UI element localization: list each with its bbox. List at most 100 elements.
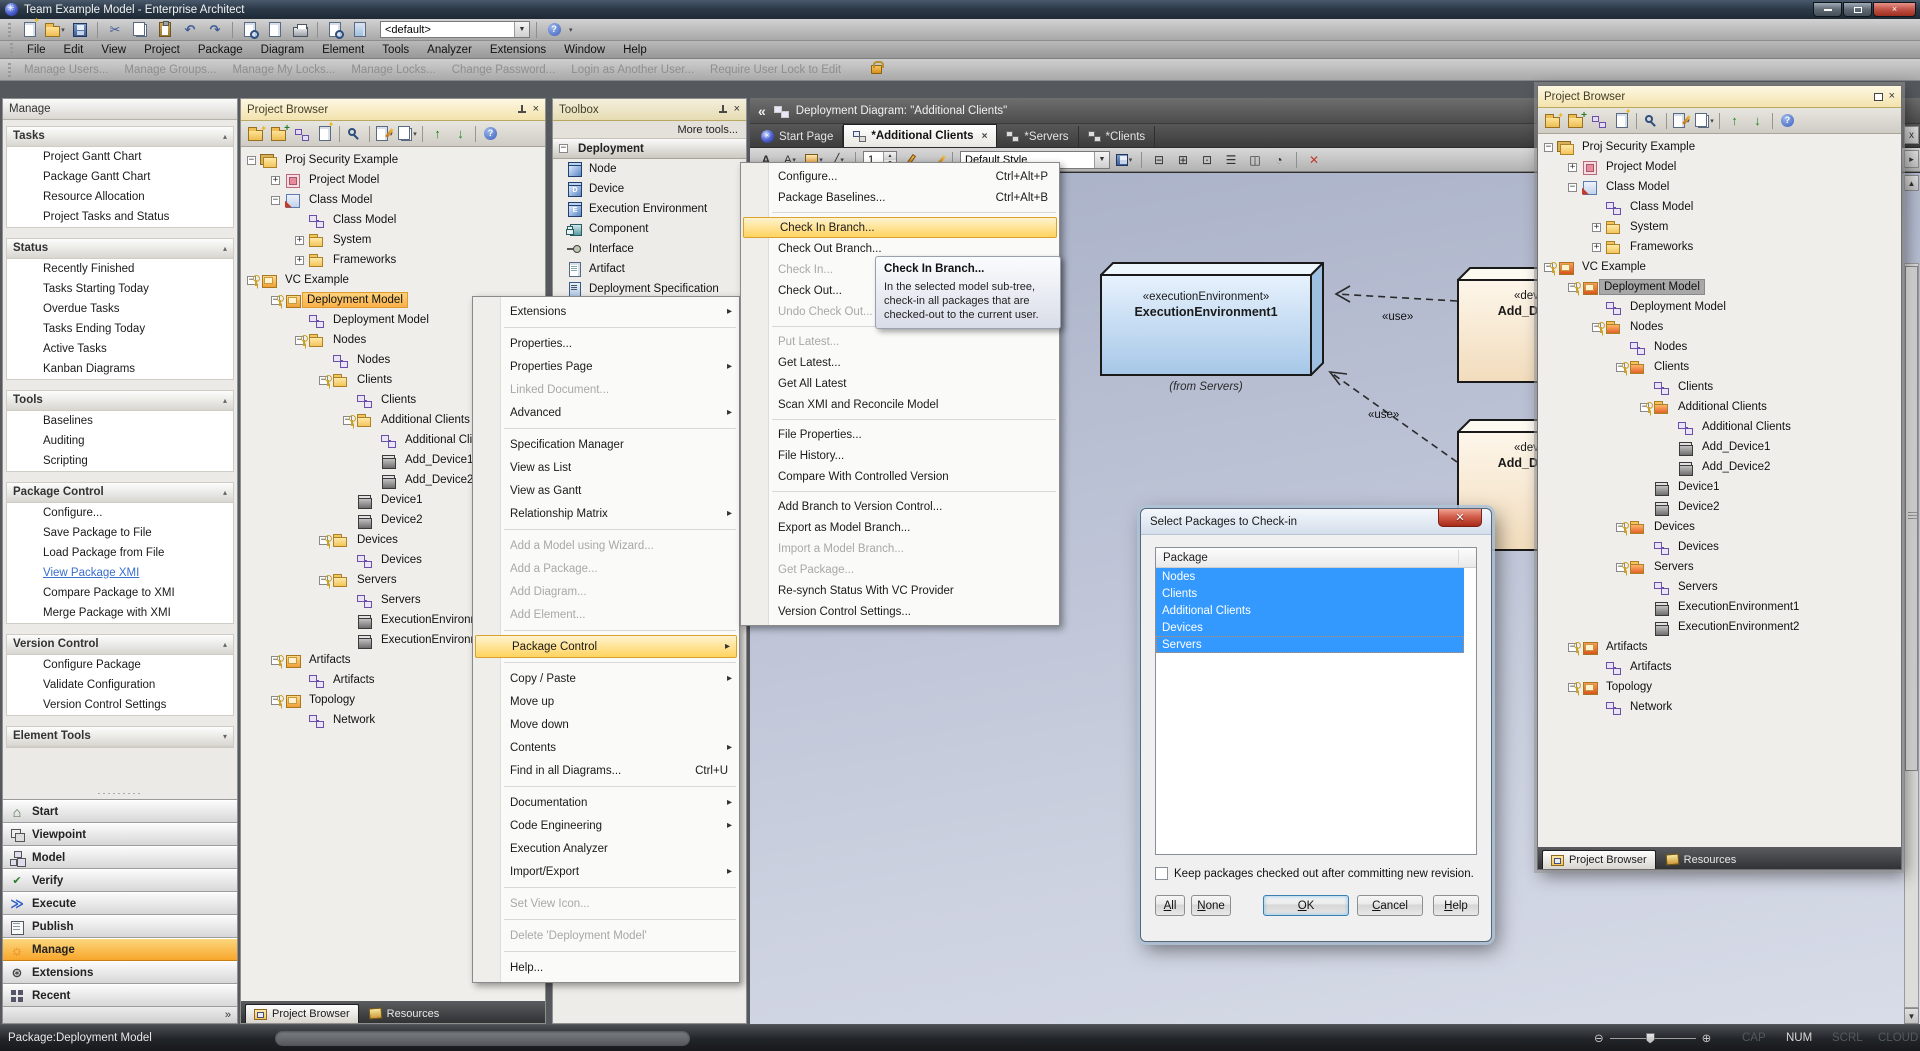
tree-item-executionenvironment1[interactable]: ExecutionEnvironment1 (1538, 597, 1901, 617)
collapse-arrow-icon[interactable]: ▴ (223, 244, 227, 253)
scroll-up-icon[interactable]: ▲ (1904, 175, 1919, 191)
print-icon[interactable] (289, 20, 311, 39)
spin-up-icon[interactable]: ▲ (883, 152, 896, 160)
tree-item-class-model[interactable]: Class Model (241, 210, 545, 230)
menu-item-relationship-matrix[interactable]: Relationship Matrix▸ (474, 502, 738, 525)
tree-item-system[interactable]: +System (1538, 217, 1901, 237)
close-diagram-icon[interactable]: x (1904, 126, 1919, 144)
tree-item-servers[interactable]: −Servers (1538, 557, 1901, 577)
menu-item-move-down[interactable]: Move down (474, 713, 738, 736)
manage-item-view-package-xmi[interactable]: View Package XMI (7, 563, 233, 583)
collapse-icon[interactable]: − (247, 156, 256, 165)
search-model-icon[interactable] (239, 20, 261, 39)
tree-item-system[interactable]: +System (241, 230, 545, 250)
expand-icon[interactable]: + (1592, 223, 1601, 232)
manage-item-baselines[interactable]: Baselines (7, 411, 233, 431)
manage-item-project-tasks-and-status[interactable]: Project Tasks and Status (7, 207, 233, 227)
help-button[interactable]: Help (1433, 895, 1479, 916)
cancel-button[interactable]: Cancel (1357, 895, 1423, 916)
close-icon[interactable]: × (1889, 91, 1895, 102)
new-model-icon[interactable] (1542, 111, 1563, 131)
close-tab-icon[interactable]: × (982, 131, 988, 142)
nav-overflow[interactable]: » (3, 1007, 237, 1023)
open-project-icon[interactable]: ▾ (44, 20, 66, 39)
splitter-handle[interactable]: ········· (3, 788, 237, 799)
diagram-vscrollbar[interactable] (1904, 263, 1919, 1008)
chevron-down-icon[interactable]: ▼ (1094, 152, 1109, 168)
ok-button[interactable]: OK (1263, 895, 1349, 916)
close-button[interactable]: × (1873, 2, 1916, 17)
edit-notes-icon[interactable]: ▾ (374, 124, 395, 144)
menu-view[interactable]: View (92, 41, 135, 58)
menu-edit[interactable]: Edit (55, 41, 93, 58)
section-header-version-control[interactable]: Version Control▴ (7, 635, 233, 655)
menu-item-check-in-branch[interactable]: Check In Branch... (743, 217, 1057, 238)
default-style-combo[interactable]: <default> ▼ (380, 21, 530, 38)
expand-icon[interactable]: + (295, 256, 304, 265)
tree-item-frameworks[interactable]: +Frameworks (1538, 237, 1901, 257)
toolbar-grip[interactable] (8, 63, 11, 77)
menu-item-move-up[interactable]: Move up (474, 690, 738, 713)
tree-item-clients[interactable]: Clients (1538, 377, 1901, 397)
tab-scroll-right-icon[interactable]: ▸ (1904, 150, 1919, 168)
help-icon[interactable] (543, 20, 565, 39)
section-header-tools[interactable]: Tools▴ (7, 391, 233, 411)
collapse-icon[interactable]: − (271, 196, 280, 205)
expand-icon[interactable]: + (271, 176, 280, 185)
package-row-additional-clients[interactable]: Additional Clients (1156, 602, 1464, 619)
menu-package[interactable]: Package (189, 41, 252, 58)
edit-notes-icon[interactable]: ▾ (1671, 111, 1692, 131)
tree-item-class-model[interactable]: −Class Model (1538, 177, 1901, 197)
new-package-icon[interactable] (268, 124, 289, 144)
menu-item-find-in-all-diagrams[interactable]: Find in all Diagrams...Ctrl+U (474, 759, 738, 782)
tree-item-project-model[interactable]: +Project Model (1538, 157, 1901, 177)
package-row-clients[interactable]: Clients (1156, 585, 1464, 602)
menu-item-view-as-gantt[interactable]: View as Gantt (474, 479, 738, 502)
undo-icon[interactable]: ↶ (179, 20, 201, 39)
manage-item-version-control-settings[interactable]: Version Control Settings (7, 695, 233, 715)
collapse-icon[interactable]: − (1544, 143, 1553, 152)
menu-item-extensions[interactable]: Extensions▸ (474, 300, 738, 323)
zoom-slider[interactable] (1610, 1038, 1696, 1039)
manage-item-active-tasks[interactable]: Active Tasks (7, 339, 233, 359)
manage-item-recently-finished[interactable]: Recently Finished (7, 259, 233, 279)
pin-icon[interactable] (518, 104, 527, 115)
tree-item-class-model[interactable]: −Class Model (241, 190, 545, 210)
help-icon[interactable] (1777, 111, 1798, 131)
menu-item-re-synch-status-with-vc-provider[interactable]: Re-synch Status With VC Provider (742, 580, 1058, 601)
tree-item-topology[interactable]: −Topology (1538, 677, 1901, 697)
section-header-element-tools[interactable]: Element Tools▾ (7, 727, 233, 747)
new-package-icon[interactable] (1565, 111, 1586, 131)
menu-item-package-baselines[interactable]: Package Baselines...Ctrl+Alt+B (742, 187, 1058, 208)
tree-item-device2[interactable]: Device2 (1538, 497, 1901, 517)
toolbox-item-component[interactable]: Component (553, 219, 746, 239)
move-down-icon[interactable]: ↓ (450, 124, 471, 144)
menu-analyzer[interactable]: Analyzer (418, 41, 481, 58)
toolbox-item-device[interactable]: Device (553, 179, 746, 199)
manage-item-kanban-diagrams[interactable]: Kanban Diagrams (7, 359, 233, 379)
tree-item-proj-security-example[interactable]: −Proj Security Example (241, 150, 545, 170)
chevron-down-icon[interactable]: ▼ (514, 22, 529, 37)
copy-icon[interactable] (129, 20, 151, 39)
save-icon[interactable] (69, 20, 91, 39)
manage-item-project-gantt-chart[interactable]: Project Gantt Chart (7, 147, 233, 167)
toolbox-item-interface[interactable]: Interface (553, 239, 746, 259)
expand-icon[interactable]: + (1592, 243, 1601, 252)
package-row-nodes[interactable]: Nodes (1156, 568, 1464, 585)
toolbar-overflow-icon[interactable]: ▾ (569, 26, 573, 34)
manage-item-overdue-tasks[interactable]: Overdue Tasks (7, 299, 233, 319)
visibility-icon[interactable]: ◔ (1269, 150, 1289, 170)
copy-icon[interactable]: ▾ (1694, 111, 1715, 131)
tree-item-project-model[interactable]: +Project Model (241, 170, 545, 190)
manage-item-load-package-from-file[interactable]: Load Package from File (7, 543, 233, 563)
section-header-status[interactable]: Status▴ (7, 239, 233, 259)
nav-viewpoint[interactable]: Viewpoint (3, 823, 237, 846)
menu-item-file-properties[interactable]: File Properties... (742, 424, 1058, 445)
manage-item-merge-package-with-xmi[interactable]: Merge Package with XMI (7, 603, 233, 623)
zoom-out-icon[interactable]: ⊖ (1594, 1031, 1604, 1045)
dock-tab-resources[interactable]: Resources (1658, 850, 1745, 869)
manage-item-save-package-to-file[interactable]: Save Package to File (7, 523, 233, 543)
dock-tab-resources[interactable]: Resources (361, 1004, 448, 1023)
manage-item-tasks-starting-today[interactable]: Tasks Starting Today (7, 279, 233, 299)
manage-item-validate-configuration[interactable]: Validate Configuration (7, 675, 233, 695)
